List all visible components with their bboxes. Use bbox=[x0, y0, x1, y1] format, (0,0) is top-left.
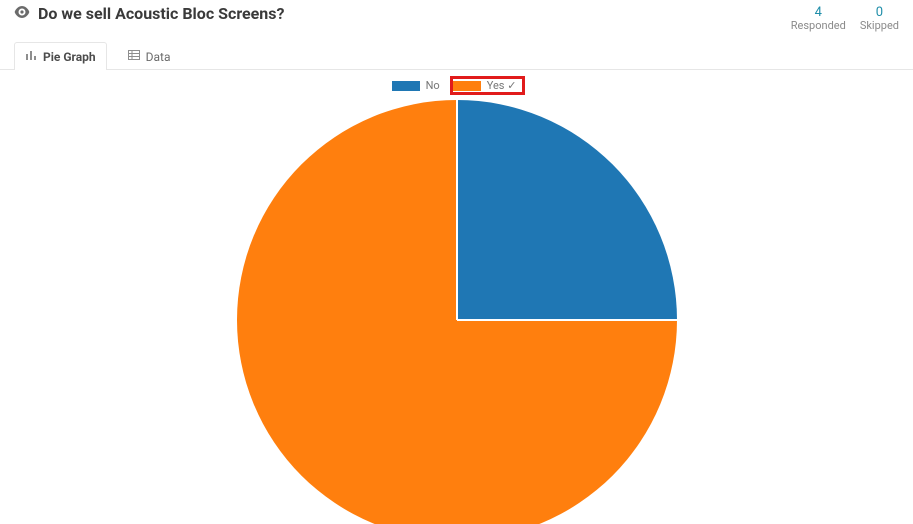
legend-swatch-no bbox=[392, 81, 420, 91]
legend-item-no[interactable]: No bbox=[388, 77, 444, 94]
eye-icon bbox=[14, 6, 30, 21]
tab-data[interactable]: Data bbox=[117, 42, 182, 70]
question-title-wrap: Do we sell Acoustic Bloc Screens? bbox=[14, 4, 284, 23]
stat-responded-value: 4 bbox=[791, 6, 846, 20]
pie-chart[interactable] bbox=[237, 100, 677, 524]
chart-legend: No Yes ✓ bbox=[0, 76, 913, 95]
chart-area: No Yes ✓ bbox=[0, 70, 913, 524]
tab-data-label: Data bbox=[146, 50, 171, 64]
tab-pie-graph[interactable]: Pie Graph bbox=[14, 42, 107, 70]
stat-responded-label: Responded bbox=[791, 20, 846, 32]
question-header: Do we sell Acoustic Bloc Screens? 4 Resp… bbox=[0, 0, 913, 40]
response-stats: 4 Responded 0 Skipped bbox=[791, 4, 899, 32]
stat-skipped[interactable]: 0 Skipped bbox=[860, 6, 899, 32]
bar-chart-icon bbox=[25, 49, 37, 64]
stat-skipped-value: 0 bbox=[860, 6, 899, 20]
table-icon bbox=[128, 49, 140, 64]
stat-responded[interactable]: 4 Responded bbox=[791, 6, 846, 32]
legend-label-no: No bbox=[426, 79, 440, 92]
pie-seam-vertical bbox=[456, 100, 458, 320]
survey-question-panel: Do we sell Acoustic Bloc Screens? 4 Resp… bbox=[0, 0, 913, 524]
legend-label-yes: Yes ✓ bbox=[487, 79, 517, 92]
legend-item-yes[interactable]: Yes ✓ bbox=[450, 76, 526, 95]
view-tabs: Pie Graph Data bbox=[0, 40, 913, 70]
stat-skipped-label: Skipped bbox=[860, 20, 899, 32]
legend-swatch-yes bbox=[453, 81, 481, 91]
pie-seam-horizontal bbox=[457, 319, 677, 321]
tab-pie-graph-label: Pie Graph bbox=[43, 50, 96, 64]
pie-chart-wrap bbox=[237, 100, 677, 524]
question-title: Do we sell Acoustic Bloc Screens? bbox=[38, 4, 284, 23]
